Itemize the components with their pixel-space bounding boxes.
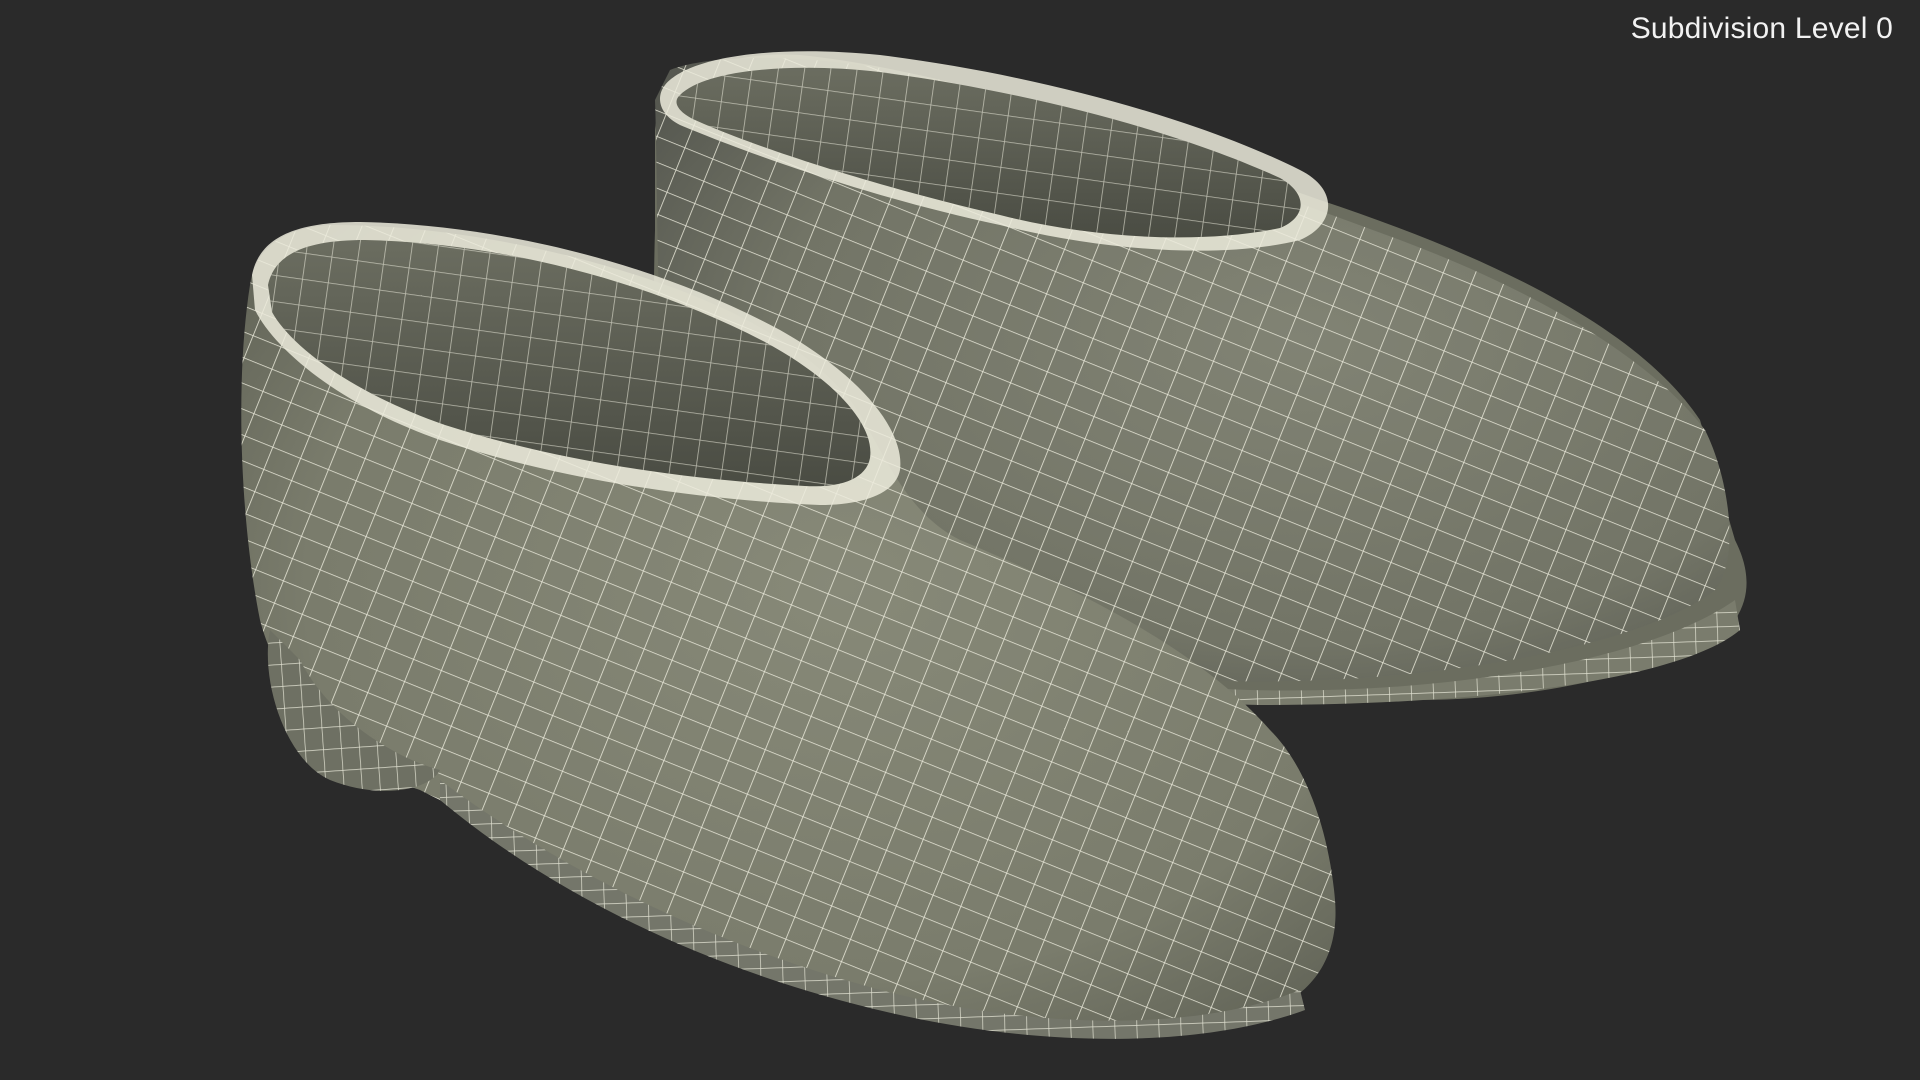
subdivision-level-label: Subdivision Level 0 <box>1630 12 1893 45</box>
3d-viewport[interactable]: Subdivision Level 0 <box>0 0 1920 1080</box>
mesh-render <box>241 51 1747 1039</box>
